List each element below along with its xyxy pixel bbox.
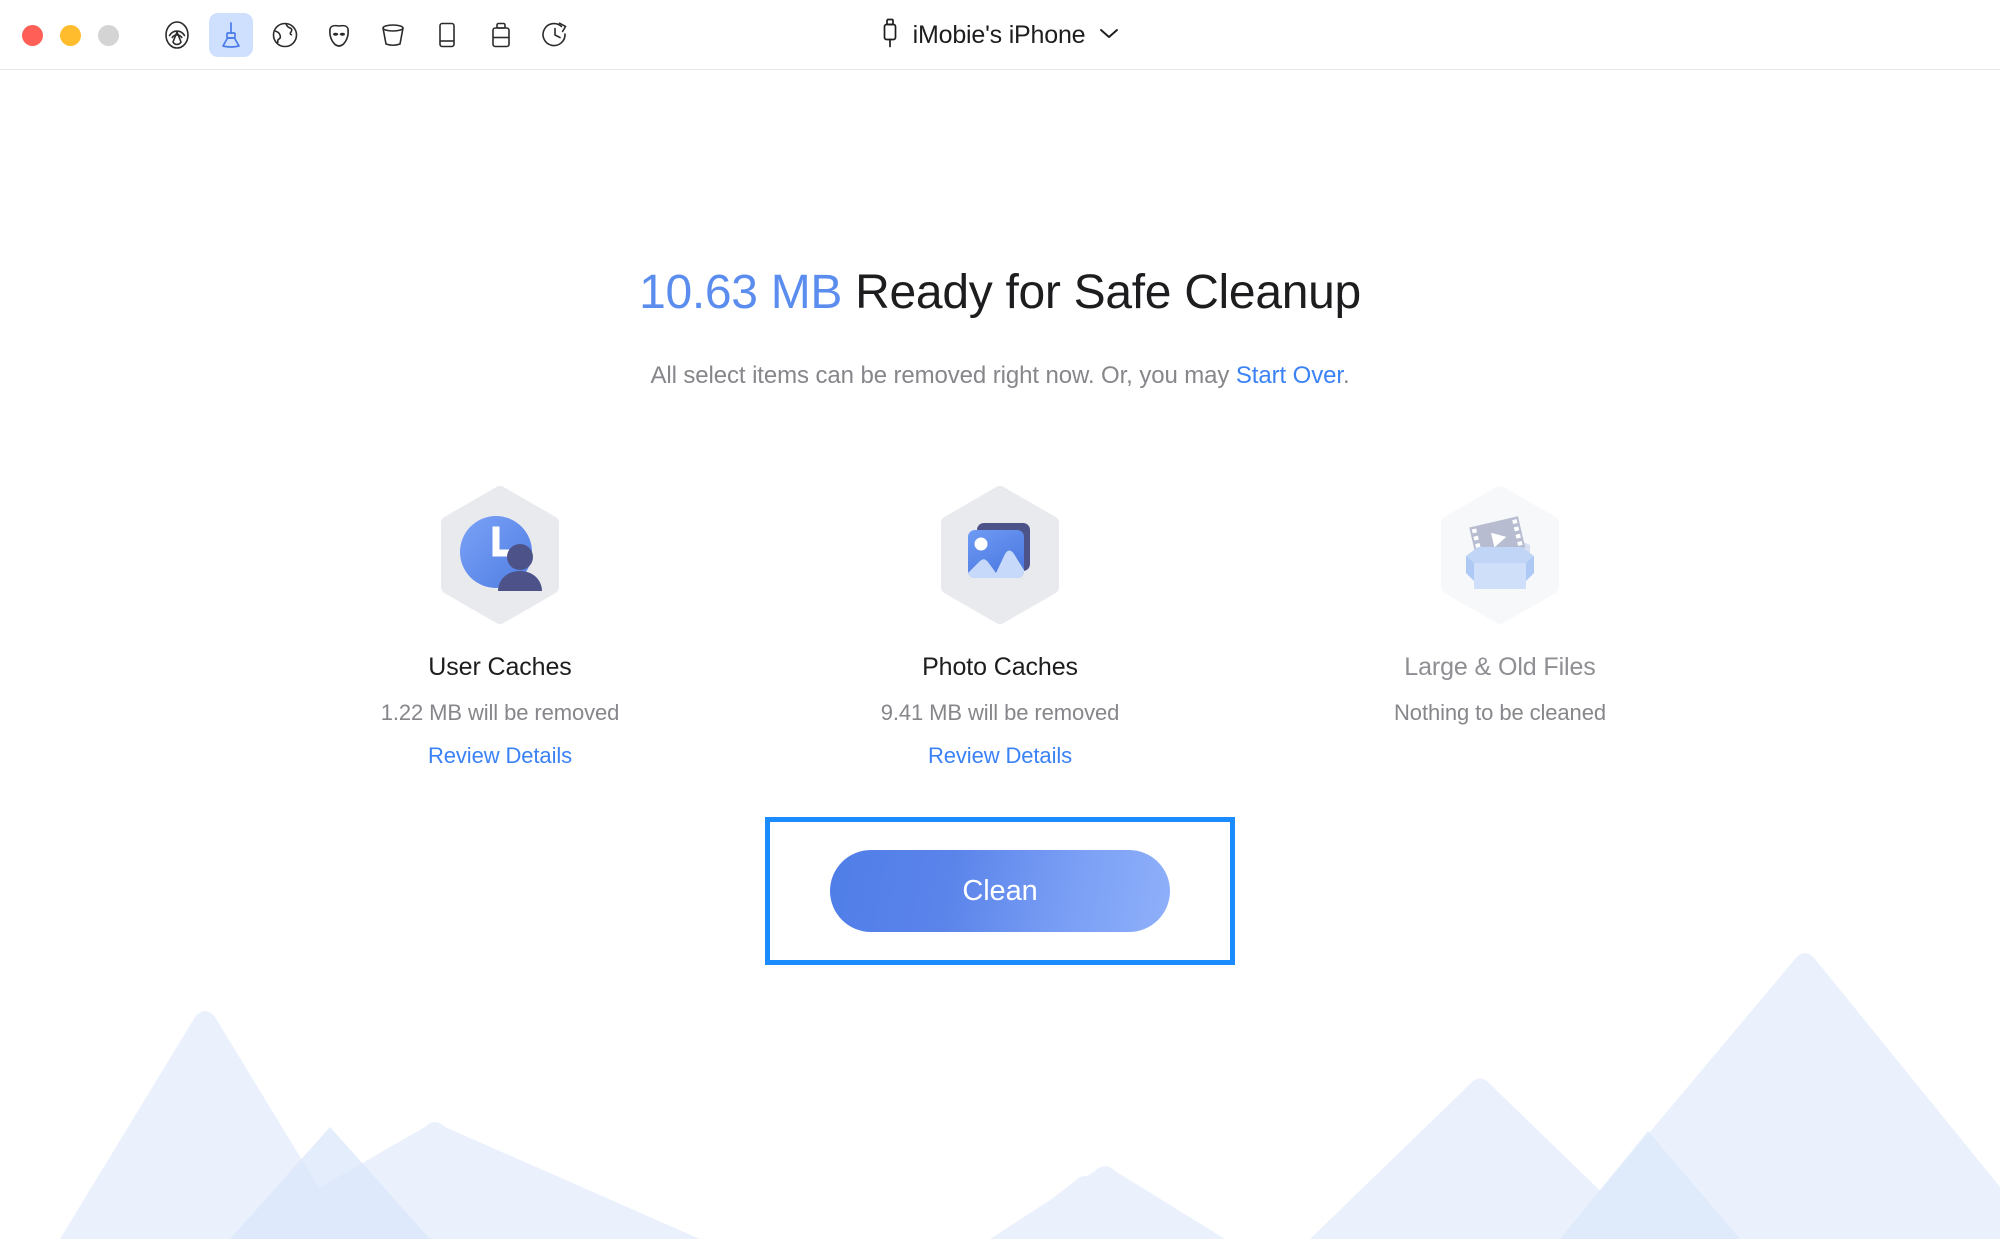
category-title: User Caches xyxy=(428,653,572,682)
lightning-connector-icon xyxy=(880,17,900,54)
trash-icon xyxy=(378,20,408,50)
review-details-link-photo-caches[interactable]: Review Details xyxy=(928,743,1072,769)
toolbar-item-browser[interactable] xyxy=(263,13,307,57)
photo-caches-icon xyxy=(928,482,1073,627)
toolbar-item-clean[interactable] xyxy=(209,13,253,57)
main-toolbar xyxy=(155,0,577,70)
category-subtitle: Nothing to be cleaned xyxy=(1394,700,1606,726)
maximize-window-button[interactable] xyxy=(98,24,119,46)
clean-button-highlight-box: Clean xyxy=(765,817,1235,966)
review-details-link-user-caches[interactable]: Review Details xyxy=(428,743,572,769)
cleanup-size-value: 10.63 MB xyxy=(639,266,843,319)
cleanup-category-list: User Caches 1.22 MB will be removed Revi… xyxy=(0,482,2000,769)
subtitle-text-after: . xyxy=(1342,362,1350,390)
cleanup-summary: 10.63 MB Ready for Safe Cleanup All sele… xyxy=(0,70,2000,966)
large-old-files-icon xyxy=(1428,482,1573,627)
device-selector[interactable]: iMobie's iPhone xyxy=(880,17,1121,54)
window-title-bar: iMobie's iPhone xyxy=(0,0,2000,70)
clean-button[interactable]: Clean xyxy=(830,850,1170,933)
history-clock-icon xyxy=(540,20,570,50)
page-title: 10.63 MB Ready for Safe Cleanup xyxy=(0,265,2000,320)
user-caches-icon xyxy=(428,482,573,627)
cleanup-title-rest: Ready for Safe Cleanup xyxy=(842,266,1361,319)
broom-icon xyxy=(216,20,246,50)
category-card-photo-caches[interactable]: Photo Caches 9.41 MB will be removed Rev… xyxy=(750,482,1250,769)
mask-icon xyxy=(324,20,354,50)
category-subtitle: 1.22 MB will be removed xyxy=(380,700,620,726)
category-title: Photo Caches xyxy=(922,653,1078,682)
category-title: Large & Old Files xyxy=(1404,653,1596,682)
minimize-window-button[interactable] xyxy=(60,24,81,46)
chevron-down-icon[interactable] xyxy=(1098,26,1120,45)
airdrop-icon xyxy=(162,20,192,50)
close-window-button[interactable] xyxy=(22,24,43,46)
subtitle-text-before: All select items can be removed right no… xyxy=(650,362,1236,390)
toolbar-item-trash[interactable] xyxy=(371,13,415,57)
main-stage: 10.63 MB Ready for Safe Cleanup All sele… xyxy=(0,70,2000,1239)
traffic-light-group xyxy=(22,0,119,70)
toolbar-item-airdrop[interactable] xyxy=(155,13,199,57)
start-over-link[interactable]: Start Over xyxy=(1236,362,1343,389)
toolbar-item-history[interactable] xyxy=(533,13,577,57)
category-subtitle: 9.41 MB will be removed xyxy=(880,700,1120,726)
device-name-label: iMobie's iPhone xyxy=(912,20,1086,49)
page-subtitle: All select items can be removed right no… xyxy=(0,362,2000,390)
mountain-decoration xyxy=(60,953,2000,1239)
toolbar-item-device[interactable] xyxy=(425,13,469,57)
category-card-large-old-files: Large & Old Files Nothing to be cleaned xyxy=(1250,482,1750,769)
category-card-user-caches[interactable]: User Caches 1.22 MB will be removed Revi… xyxy=(250,482,750,769)
toolbox-icon xyxy=(486,20,516,50)
toolbar-item-toolbox[interactable] xyxy=(479,13,523,57)
toolbar-item-privacy[interactable] xyxy=(317,13,361,57)
globe-icon xyxy=(270,20,300,50)
clean-action-area: Clean xyxy=(0,817,2000,966)
device-icon xyxy=(432,20,462,50)
